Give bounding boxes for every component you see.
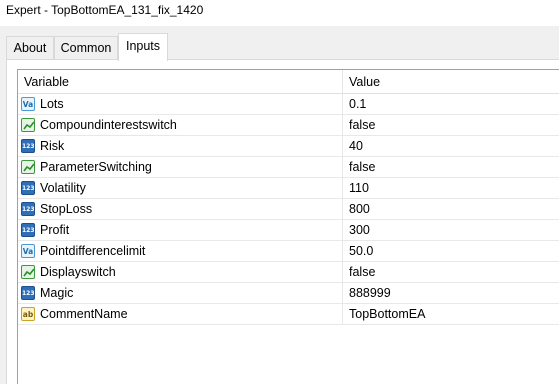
variable-name: Pointdifferencelimit [40,244,146,258]
variable-name: Profit [40,223,70,237]
column-divider [342,283,343,304]
column-divider [342,178,343,199]
table-row[interactable]: Va Pointdifferencelimit 50.0 [18,241,559,262]
table-row[interactable]: 123 Profit 300 [18,220,559,241]
bool-type-icon [21,160,35,174]
variable-name: Risk [40,139,65,153]
table-row[interactable]: 123 Volatility 110 [18,178,559,199]
table-row[interactable]: Va Lots 0.1 [18,94,559,115]
bool-type-icon [21,265,35,279]
column-header-value[interactable]: Value [349,70,380,94]
variable-name: Displayswitch [40,265,116,279]
column-divider [342,136,343,157]
int-type-icon: 123 [21,286,35,300]
inputs-grid: Variable Value Va Lots 0.1 Compoundinterest… [17,69,559,384]
column-divider [342,220,343,241]
variable-value[interactable]: 50.0 [349,241,373,262]
grid-header: Variable Value [18,70,559,94]
variable-name: CommentName [40,307,128,321]
int-type-icon: 123 [21,139,35,153]
variable-value[interactable]: 40 [349,136,363,157]
variable-value[interactable]: 300 [349,220,370,241]
table-row[interactable]: 123 Risk 40 [18,136,559,157]
variable-value[interactable]: TopBottomEA [349,304,425,325]
variable-name: StopLoss [40,202,93,216]
column-header-variable[interactable]: Variable [24,70,69,94]
window-title: Expert - TopBottomEA_131_fix_1420 [0,0,559,26]
column-divider [342,157,343,178]
int-type-icon: 123 [21,202,35,216]
variable-name: Lots [40,97,64,111]
table-row[interactable]: Compoundinterestswitch false [18,115,559,136]
tab-about[interactable]: About [6,36,54,60]
variable-value[interactable]: 800 [349,199,370,220]
table-row[interactable]: Displayswitch false [18,262,559,283]
column-divider [342,304,343,325]
double-type-icon: Va [21,97,35,111]
table-row[interactable]: ParameterSwitching false [18,157,559,178]
table-row[interactable]: ab CommentName TopBottomEA [18,304,559,325]
table-row[interactable]: 123 Magic 888999 [18,283,559,304]
column-divider [342,241,343,262]
column-divider [342,262,343,283]
tab-bar: About Common Inputs [0,33,559,61]
column-divider [342,94,343,115]
column-divider[interactable] [342,70,343,94]
variable-name: Compoundinterestswitch [40,118,177,132]
string-type-icon: ab [21,307,35,321]
variable-name: ParameterSwitching [40,160,152,174]
variable-value[interactable]: false [349,157,375,178]
table-row[interactable]: 123 StopLoss 800 [18,199,559,220]
inputs-panel: Variable Value Va Lots 0.1 Compoundinterest… [6,59,559,384]
double-type-icon: Va [21,244,35,258]
int-type-icon: 123 [21,181,35,195]
variable-value[interactable]: false [349,262,375,283]
variable-value[interactable]: false [349,115,375,136]
variable-value[interactable]: 888999 [349,283,391,304]
variable-value[interactable]: 0.1 [349,94,366,115]
column-divider [342,199,343,220]
tab-common[interactable]: Common [54,36,118,60]
variable-name: Magic [40,286,74,300]
tab-inputs[interactable]: Inputs [118,33,168,61]
bool-type-icon [21,118,35,132]
int-type-icon: 123 [21,223,35,237]
column-divider [342,115,343,136]
variable-value[interactable]: 110 [349,178,369,199]
variable-name: Volatility [40,181,86,195]
